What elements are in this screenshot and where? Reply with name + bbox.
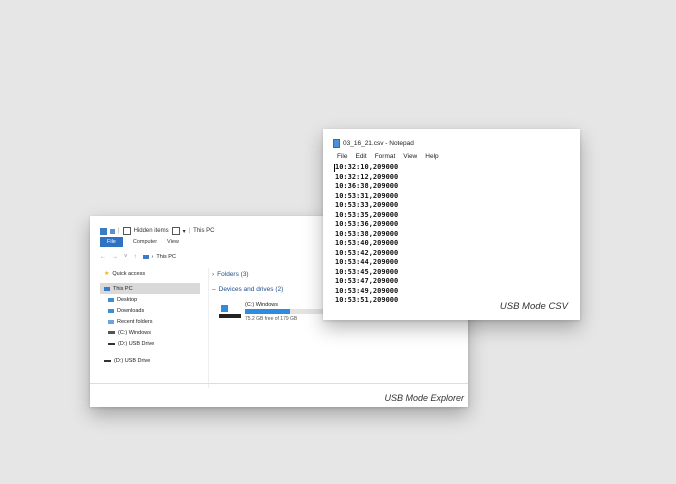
csv-line: 10:53:49,209000 [335,286,399,295]
breadcrumb-chevron-icon: › [151,254,154,260]
notepad-caption: USB Mode CSV [499,301,568,312]
address-text: This PC [156,254,176,260]
csv-line: 10:53:51,209000 [335,296,399,304]
sidebar-item-desktop[interactable]: Desktop [100,294,200,305]
sidebar-item-label: (D:) USB Drive [118,340,155,347]
windows-logo-icon [221,305,228,312]
recent-folders-icon [108,319,114,324]
csv-line: 10:53:38,209000 [335,229,399,238]
explorer-app-icon [100,227,107,235]
csv-line: 10:32:10,209000 [335,163,399,171]
sidebar-item-label: Recent folders [117,318,153,325]
sidebar-item-downloads[interactable]: Downloads [100,305,200,316]
sidebar-item-usb-drive[interactable]: (D:) USB Drive [100,338,200,349]
csv-line: 10:53:33,209000 [335,201,399,209]
menu-edit[interactable]: Edit [355,153,366,160]
csv-line: 10:53:31,209000 [335,191,399,200]
sidebar-item-quick-access[interactable]: ★ Quick access [100,268,200,279]
text-cursor [334,164,335,172]
usb-drive-icon [219,314,241,318]
recent-locations-icon[interactable]: ˅ [124,254,128,260]
collapse-dash-icon: – [212,285,216,293]
csv-line: 10:53:42,209000 [335,248,399,257]
menu-help[interactable]: Help [425,153,438,160]
quick-access-toolbar-icon[interactable] [110,228,115,234]
section-title: Devices and drives (2) [218,285,284,293]
sidebar-item-this-pc[interactable]: This PC [100,283,200,294]
sidebar-item-c-drive[interactable]: (C:) Windows [100,327,200,338]
ribbon-tabs: File Computer View [100,237,179,247]
ribbon-tab-file[interactable]: File [100,237,123,247]
caption-divider [90,383,468,384]
notepad-panel: 03_16_21.csv - Notepad File Edit Format … [323,129,580,320]
drive-usage-fill [245,309,291,314]
csv-line: 10:53:36,209000 [335,220,399,228]
up-arrow-icon[interactable]: ↑ [134,254,137,260]
star-icon: ★ [104,271,110,277]
menu-format[interactable]: Format [375,153,396,160]
ribbon-tab-computer[interactable]: Computer [133,239,157,245]
toolbar-separator: | [118,228,120,234]
sidebar-item-label: This PC [113,285,133,292]
forward-arrow-icon[interactable]: → [112,254,118,260]
usb-drive-icon [104,359,111,362]
csv-line: 10:53:44,209000 [335,258,399,266]
toolbar-dropdown-icon[interactable]: ▾ [183,228,186,235]
sidebar-item-label: (C:) Windows [118,329,152,336]
navigation-pane: ★ Quick access This PC Desktop Downloads… [100,268,200,378]
hidden-items-label: Hidden items [133,228,169,234]
notepad-menubar: File Edit Format View Help [337,153,439,160]
ribbon-tab-view[interactable]: View [167,239,179,245]
sidebar-item-usb-drive-root[interactable]: (D:) USB Drive [100,355,200,366]
csv-line: 10:36:38,209000 [335,182,399,190]
drive-usage-bar [245,309,323,314]
back-arrow-icon[interactable]: ← [100,254,106,260]
csv-line: 10:53:45,209000 [335,267,399,276]
pc-icon [142,255,149,259]
drive-free-space: 75.2 GB free of 179 GB [245,316,298,322]
usb-drive-icon [108,342,115,345]
pc-icon [104,286,110,291]
drive-icon [108,331,115,334]
desktop-folder-icon [108,297,114,302]
sidebar-item-label: Quick access [112,270,146,277]
notepad-text-area[interactable]: 10:32:10,209000 10:32:12,209000 10:36:38,2… [334,163,475,313]
window-title: This PC [193,228,215,234]
csv-line: 10:53:47,209000 [335,277,399,285]
notepad-titlebar: 03_16_21.csv - Notepad [333,139,414,148]
sidebar-item-label: (D:) USB Drive [114,357,151,364]
menu-view[interactable]: View [403,153,417,160]
downloads-folder-icon [108,308,114,313]
sidebar-item-label: Desktop [117,296,138,303]
title-separator: | [188,228,191,234]
sidebar-item-recent-folders[interactable]: Recent folders [100,316,200,327]
csv-line: 10:32:12,209000 [335,172,399,181]
drive-label: (C:) Windows [245,302,279,308]
notepad-title: 03_16_21.csv - Notepad [343,140,414,147]
address-path[interactable]: › This PC [142,254,176,260]
notepad-file-icon [333,139,340,148]
sidebar-item-label: Downloads [117,307,145,314]
csv-line: 10:53:40,209000 [335,239,399,247]
menu-file[interactable]: File [337,153,347,160]
csv-line: 10:53:35,209000 [335,210,399,219]
explorer-caption: USB Mode Explorer [384,393,464,403]
section-title: Folders (3) [217,270,249,278]
chevron-right-icon: › [212,270,215,278]
hidden-items-checkbox[interactable] [122,227,131,235]
selected-checkbox-icon[interactable] [171,227,180,235]
